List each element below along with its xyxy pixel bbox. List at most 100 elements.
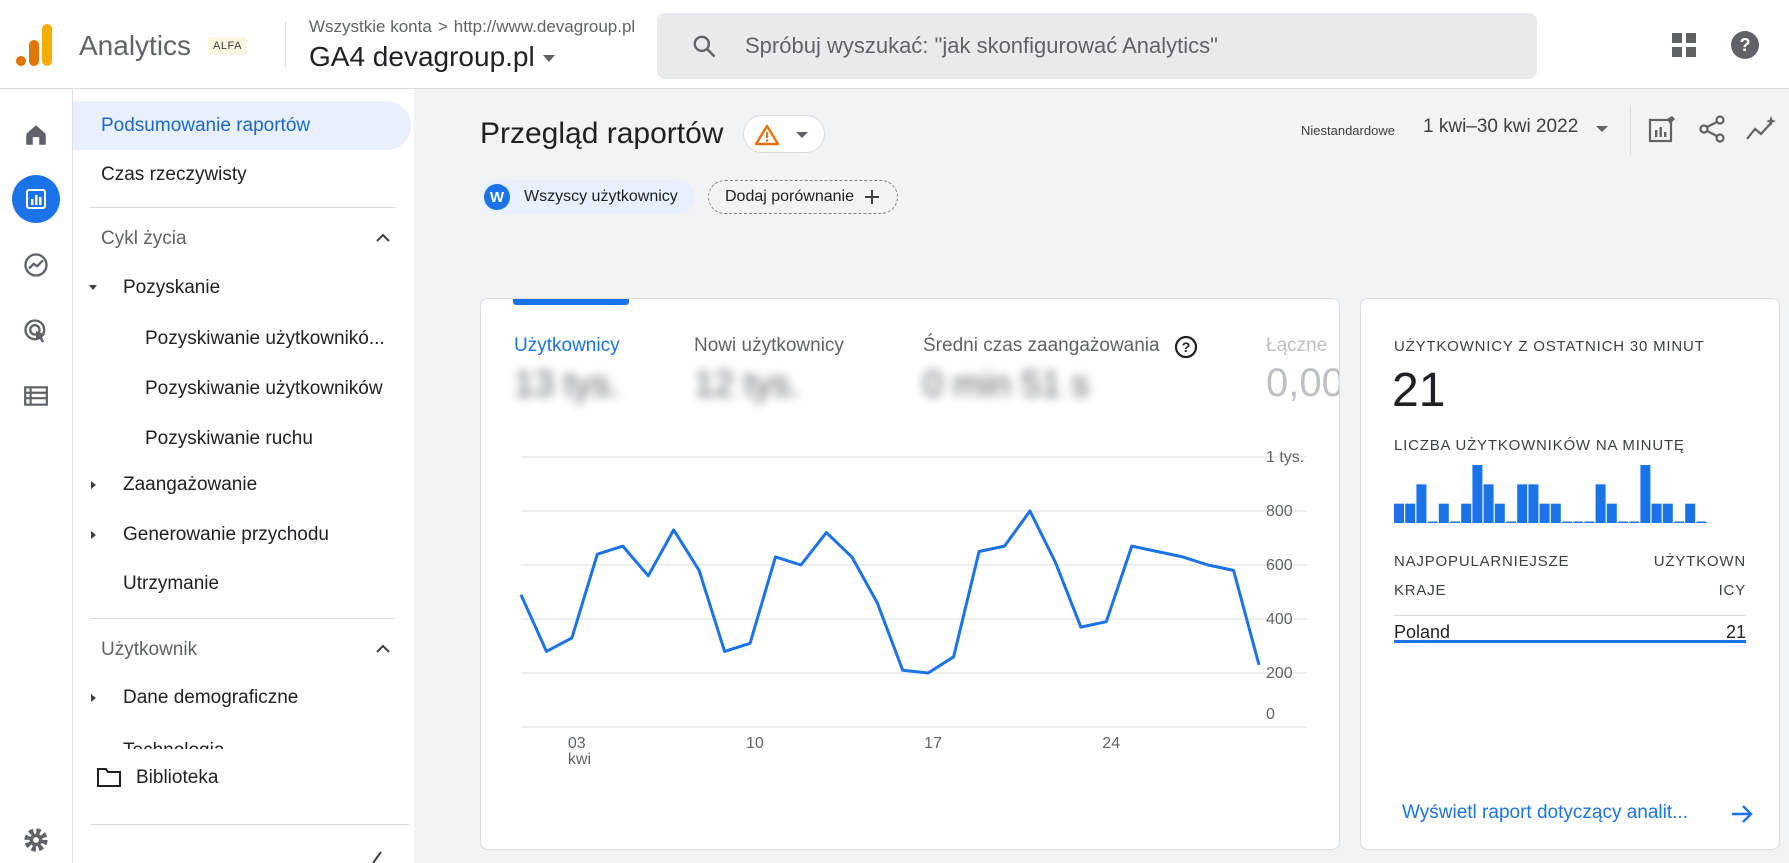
table-header-countries: NAJPOPULARNIEJSZE KRAJE — [1394, 547, 1569, 605]
search-bar[interactable]: Spróbuj wyszukać: "jak skonfigurować Ana… — [657, 13, 1537, 79]
add-comparison-button[interactable]: Dodaj porównanie — [708, 180, 898, 214]
expand-right-icon[interactable] — [91, 531, 96, 539]
share-icon[interactable] — [1698, 115, 1726, 143]
users-per-minute-bar-chart[interactable] — [1361, 299, 1781, 539]
nav-item-user-acquisition[interactable]: Pozyskiwanie użytkowników — [145, 378, 383, 400]
segment-chip-label[interactable]: Wszyscy użytkownicy — [524, 188, 678, 206]
bar-users-per-minute[interactable] — [1584, 521, 1595, 524]
explore-icon[interactable] — [12, 241, 60, 289]
property-selector[interactable]: GA4 devagroup.pl — [309, 41, 555, 73]
chevron-down-icon[interactable] — [542, 55, 555, 63]
bar-users-per-minute[interactable] — [1450, 521, 1460, 524]
view-realtime-report-link[interactable]: Wyświetl raport dotyczący analit... — [1402, 802, 1688, 824]
toolbar-divider — [1630, 105, 1631, 155]
nav-item-retention[interactable]: Utrzymanie — [123, 573, 219, 595]
date-type-label[interactable]: Niestandardowe — [1296, 119, 1400, 142]
arrow-right-icon[interactable] — [1730, 802, 1754, 826]
series-line-users — [519, 509, 1261, 675]
segment-chip-all-users[interactable]: W Wszyscy użytkownicy — [481, 180, 695, 214]
plus-icon[interactable] — [864, 189, 880, 205]
realtime-card: UŻYTKOWNICY Z OSTATNICH 30 MINUT 21 LICZ… — [1360, 298, 1780, 850]
bar-users-per-minute[interactable] — [1674, 521, 1684, 524]
configure-icon[interactable] — [12, 372, 60, 420]
search-placeholder[interactable]: Spróbuj wyszukać: "jak skonfigurować Ana… — [745, 33, 1218, 59]
bar-users-per-minute[interactable] — [1685, 503, 1696, 523]
x-tick-label: 03 — [568, 735, 586, 752]
segment-avatar: W — [484, 184, 510, 210]
bar-users-per-minute[interactable] — [1662, 503, 1673, 523]
bar-users-per-minute[interactable] — [1438, 503, 1449, 523]
bar-users-per-minute[interactable] — [1528, 484, 1539, 523]
app-name[interactable]: Analytics — [79, 30, 191, 62]
nav-item-summary[interactable]: Podsumowanie raportów — [101, 115, 310, 137]
advertising-icon[interactable] — [12, 307, 60, 355]
x-tick-label: 17 — [924, 735, 942, 752]
bar-users-per-minute[interactable] — [1651, 503, 1662, 523]
analytics-logo-icon[interactable] — [16, 24, 54, 66]
insights-icon[interactable] — [1745, 115, 1777, 143]
bar-users-per-minute[interactable] — [1517, 484, 1528, 523]
help-icon[interactable]: ? — [1730, 30, 1760, 60]
nav-item-acquisition[interactable]: Pozyskanie — [123, 277, 220, 299]
nav-item-technology-clipped[interactable]: Technologia — [123, 740, 224, 749]
chevron-up-icon[interactable] — [376, 644, 390, 654]
bar-users-per-minute[interactable] — [1562, 521, 1572, 524]
customize-report-icon[interactable] — [1648, 115, 1676, 143]
users-line-chart[interactable]: 0 200 400 600 800 1 tys. 03 10 17 24 kwi — [481, 299, 1340, 850]
data-quality-warning-chip[interactable] — [743, 115, 825, 153]
search-icon[interactable] — [691, 33, 717, 59]
bar-users-per-minute[interactable] — [1472, 465, 1483, 523]
nav-item-demographics[interactable]: Dane demograficzne — [123, 687, 298, 709]
bar-users-per-minute[interactable] — [1427, 521, 1438, 524]
bar-users-per-minute[interactable] — [1539, 503, 1550, 523]
expand-down-icon[interactable] — [89, 285, 97, 290]
bar-users-per-minute[interactable] — [1618, 521, 1628, 524]
nav-item-engagement[interactable]: Zaangażowanie — [123, 474, 257, 496]
expand-right-icon[interactable] — [91, 481, 96, 489]
expand-right-icon[interactable] — [91, 694, 96, 702]
bar-users-per-minute[interactable] — [1606, 503, 1617, 523]
bar-users-per-minute[interactable] — [1405, 503, 1416, 523]
property-name[interactable]: GA4 devagroup.pl — [309, 41, 535, 72]
nav-item-realtime[interactable]: Czas rzeczywisty — [101, 164, 247, 186]
collapse-nav-icon[interactable] — [369, 850, 385, 863]
warning-icon[interactable] — [754, 124, 780, 146]
breadcrumb[interactable]: Wszystkie konta > http://www.devagroup.pl — [309, 17, 635, 37]
nav-divider — [90, 618, 396, 619]
bar-users-per-minute[interactable] — [1640, 465, 1651, 523]
home-icon[interactable] — [12, 111, 60, 159]
bar-users-per-minute[interactable] — [1506, 521, 1516, 524]
chevron-up-icon[interactable] — [376, 233, 390, 243]
add-comparison-label[interactable]: Dodaj porównanie — [725, 188, 854, 206]
settings-icon[interactable] — [12, 820, 60, 860]
bar-users-per-minute[interactable] — [1416, 484, 1427, 523]
bar-users-per-minute[interactable] — [1696, 521, 1707, 524]
bar-users-per-minute[interactable] — [1483, 484, 1494, 523]
table-row[interactable]: Poland 21 — [1394, 615, 1746, 643]
metrics-chart-card: Użytkownicy 13 tys. Nowi użytkownicy 12 … — [480, 298, 1340, 850]
bar-users-per-minute[interactable] — [1494, 503, 1505, 523]
bar-users-per-minute[interactable] — [1461, 503, 1472, 523]
bar-users-per-minute[interactable] — [1394, 503, 1404, 523]
breadcrumb-url[interactable]: http://www.devagroup.pl — [454, 17, 635, 36]
nav-item-library[interactable]: Biblioteka — [136, 767, 218, 789]
left-rail — [0, 89, 73, 863]
bar-users-per-minute[interactable] — [1573, 521, 1584, 524]
nav-item-technology[interactable]: Technologia — [123, 740, 224, 749]
chevron-down-icon[interactable] — [1596, 126, 1608, 132]
apps-grid-icon[interactable] — [1672, 33, 1696, 57]
date-range-selector[interactable]: 1 kwi–30 kwi 2022 — [1423, 116, 1578, 138]
nav-section-lifecycle[interactable]: Cykl życia — [101, 228, 187, 250]
bar-users-per-minute[interactable] — [1595, 484, 1606, 523]
nav-item-monetization[interactable]: Generowanie przychodu — [123, 524, 329, 546]
nav-item-traffic-acquisition[interactable]: Pozyskiwanie ruchu — [145, 428, 313, 450]
bar-users-per-minute[interactable] — [1550, 503, 1561, 523]
reports-icon[interactable] — [12, 175, 60, 223]
chevron-down-icon[interactable] — [796, 132, 808, 138]
top-app-bar: Analytics ALFA Wszystkie konta > http://ww… — [0, 0, 1789, 89]
breadcrumb-account[interactable]: Wszystkie konta — [309, 17, 432, 36]
nav-section-user[interactable]: Użytkownik — [101, 639, 197, 661]
y-tick-label: 0 — [1266, 706, 1275, 723]
bar-users-per-minute[interactable] — [1629, 521, 1640, 524]
nav-item-user-acquisition-overview[interactable]: Pozyskiwanie użytkownikó... — [145, 328, 385, 350]
